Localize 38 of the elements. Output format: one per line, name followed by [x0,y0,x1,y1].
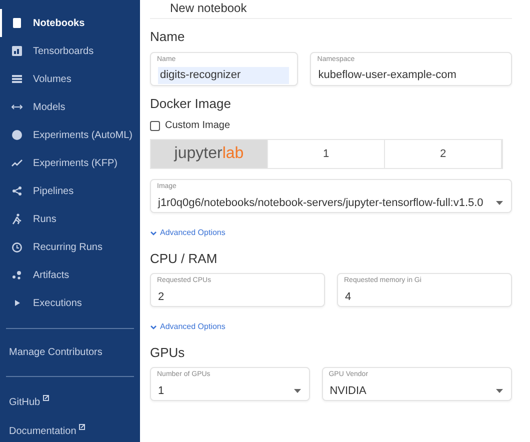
external-link-icon [79,424,86,430]
sidebar-item[interactable]: Experiments (KFP) [0,149,140,177]
section-heading: Name [150,28,186,46]
caret-icon [294,389,301,394]
sidebar-item[interactable]: Runs [0,205,140,233]
sidebar-item[interactable]: Recurring Runs [0,233,140,261]
page-title: New notebook [150,0,512,20]
alarm-clock-icon [11,241,23,253]
section-heading: GPUs [150,344,186,362]
checkbox[interactable]: Custom Image [150,118,512,134]
section-heading: Docker Image [150,94,232,113]
advanced-options-link[interactable]: Advanced Options [150,321,226,334]
circle-icon [11,129,23,141]
notebook-icon [11,17,23,29]
chevron-down-icon [150,230,157,236]
caret-icon [496,201,503,206]
jupyterlab-logo-tile[interactable]: jupyterlab [151,140,268,168]
caret-icon [496,389,503,394]
section-heading: CPU / RAM [150,250,218,268]
sidebar-item[interactable]: Artifacts [0,261,140,289]
runner-icon [11,213,23,225]
sidebar-item[interactable]: Executions [0,289,140,317]
sidebar-item[interactable]: Volumes [0,65,140,93]
sidebar-link[interactable]: Documentation [0,417,140,442]
sidebar-item[interactable]: Experiments (AutoML) [0,121,140,149]
advanced-options-link[interactable]: Advanced Options [150,227,226,240]
chevron-down-icon [150,324,157,330]
sidebar-item[interactable]: Pipelines [0,177,140,205]
dots-icon [11,269,23,281]
share-icon [11,185,23,197]
sidebar-item[interactable]: Tensorboards [0,37,140,65]
sidebar-link[interactable]: GitHub [0,388,140,417]
check-line-icon [11,157,23,169]
chart-icon [11,45,23,57]
external-link-icon [43,395,50,401]
list-icon [11,73,23,85]
sidebar-link[interactable]: Manage Contributors [0,340,140,365]
sidebar-item[interactable]: Models [0,93,140,121]
